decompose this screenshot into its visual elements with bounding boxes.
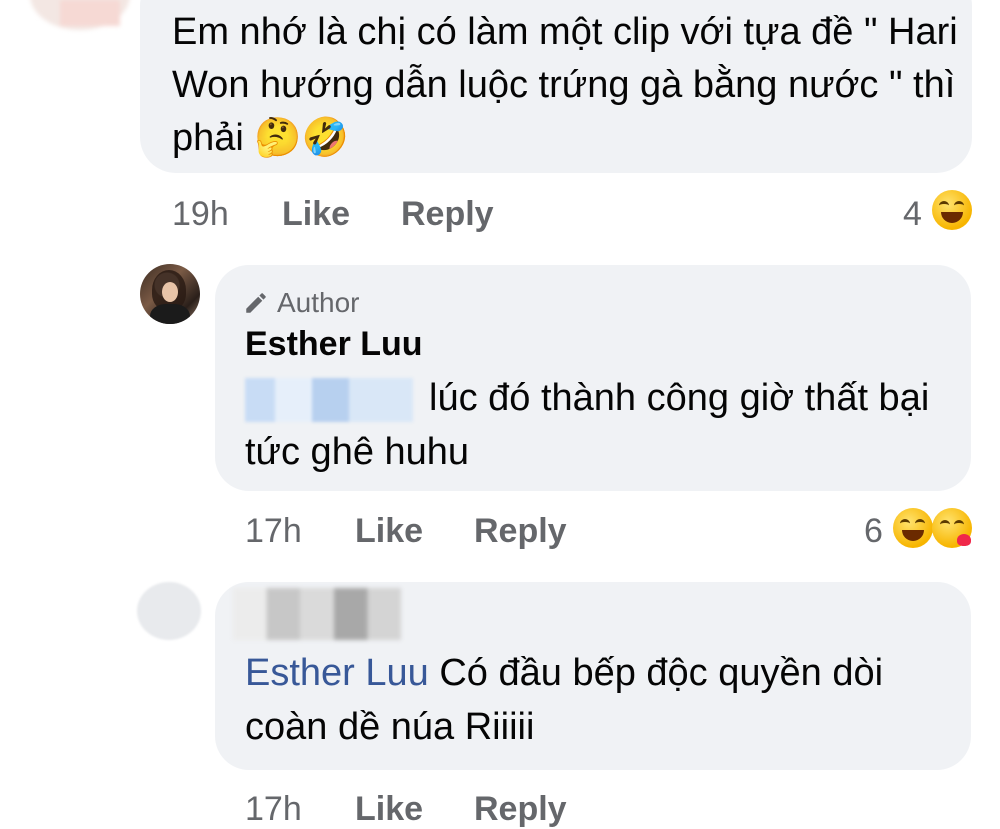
comment-bubble: Em nhớ là chị có làm một clip với tựa đề… [140,0,972,173]
comment-bubble: Author Esther Luu lúc đó thành công giờ … [215,265,971,491]
reaction-count[interactable]: 4 [903,195,922,234]
mention-link[interactable]: Esther Luu [245,652,429,694]
like-button[interactable]: Like [355,790,423,829]
comment-bubble: Esther Luu Có đầu bếp độc quyền dòi coàn… [215,582,971,770]
avatar[interactable] [137,582,201,640]
pencil-icon [246,293,266,313]
commenter-name[interactable]: Esther Luu [245,325,423,364]
reply-button[interactable]: Reply [401,195,494,234]
comment-actions: 19h [172,195,229,234]
reply-button[interactable]: Reply [474,790,567,829]
author-badge-label: Author [277,287,360,318]
reaction-count[interactable]: 6 [864,512,883,551]
haha-reaction-icon[interactable] [932,190,972,230]
timestamp[interactable]: 17h [245,790,302,828]
like-button[interactable]: Like [282,195,350,234]
author-badge: Author [243,287,360,319]
avatar[interactable] [140,264,200,324]
care-reaction-icon[interactable] [932,508,972,548]
avatar[interactable] [30,0,130,30]
blurred-mention [245,377,413,422]
like-button[interactable]: Like [355,512,423,551]
thinking-laughing-emoji: 🤔🤣 [254,117,350,159]
reply-button[interactable]: Reply [474,512,567,551]
timestamp[interactable]: 17h [245,512,302,550]
timestamp[interactable]: 19h [172,195,229,233]
haha-reaction-icon[interactable] [893,508,933,548]
blurred-commenter-name [233,588,401,640]
